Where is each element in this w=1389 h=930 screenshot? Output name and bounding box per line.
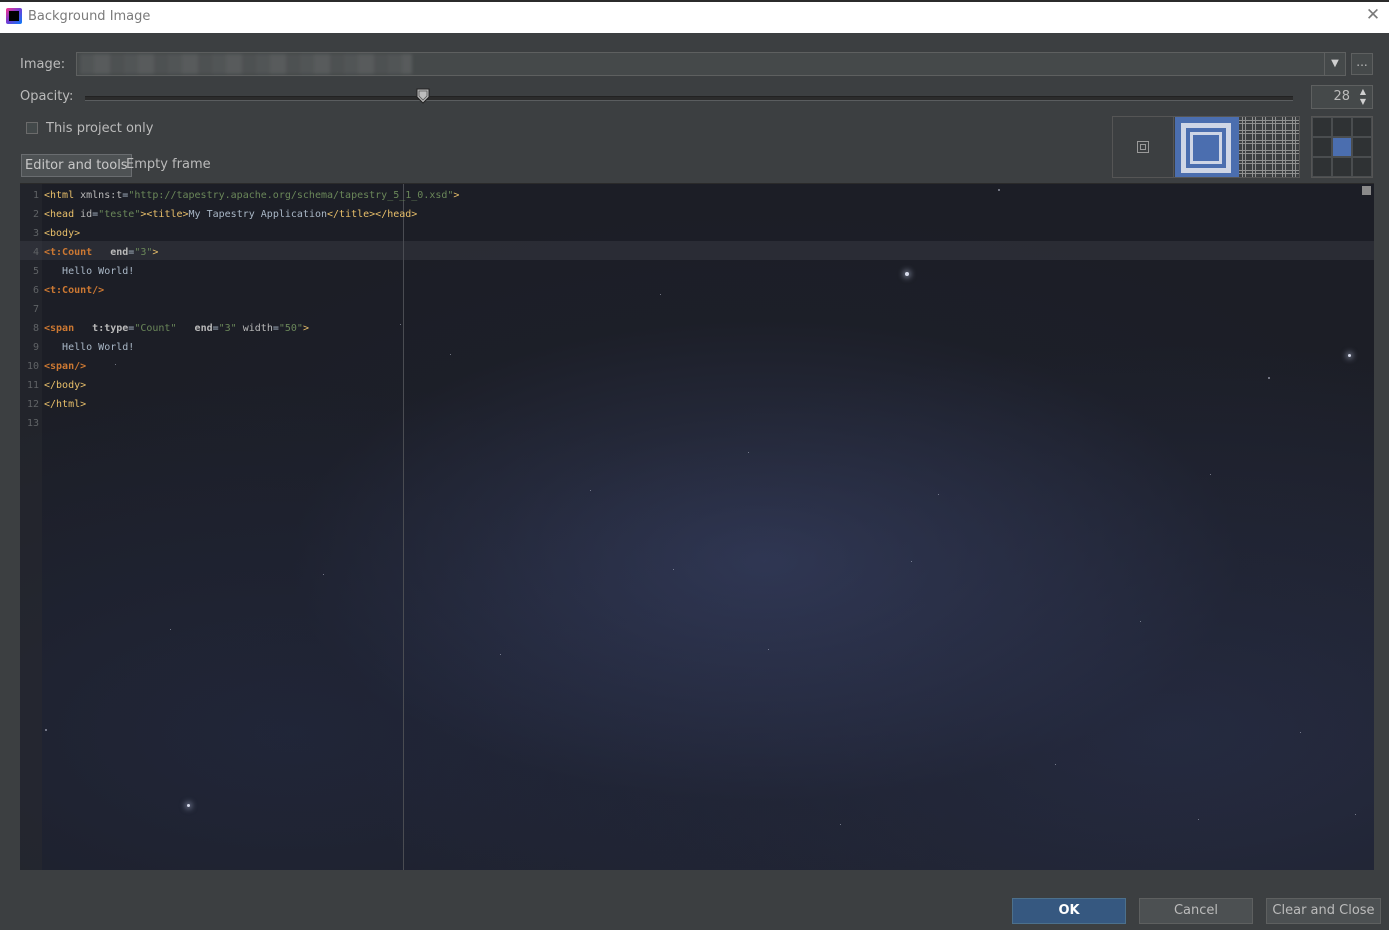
star [748,452,749,453]
star [170,629,171,630]
star [1210,474,1211,475]
line-number: 6 [32,285,39,296]
star [911,561,912,562]
anchor-center[interactable] [1332,137,1352,157]
fill-tile-icon[interactable] [1239,117,1299,177]
star [500,654,501,655]
star [768,649,769,650]
star [1055,764,1056,765]
code-text: <t:Count/> [44,285,105,296]
opacity-label: Opacity: [20,89,74,104]
code-text: Hello World! [44,342,135,353]
star [323,574,324,575]
star [115,364,116,365]
spinner-down-icon[interactable]: ▼ [1357,97,1369,107]
browse-button[interactable]: ... [1351,53,1373,75]
star [673,569,674,570]
anchor-middle-left[interactable] [1312,137,1332,157]
line-number: 10 [26,361,39,372]
line-number: 9 [32,342,39,353]
line-number: 1 [32,190,39,201]
star [1355,814,1356,815]
anchor-top-right[interactable] [1352,117,1372,137]
code-text: <span t:type="Count" end="3" width="50"> [44,323,309,334]
anchor-middle-right[interactable] [1352,137,1372,157]
code-text: </html> [44,399,87,410]
star [938,494,939,495]
code-text: <span/> [44,361,87,372]
star [905,272,909,276]
line-number: 12 [26,399,39,410]
star [590,490,591,491]
star [1198,819,1199,820]
line-number: 2 [32,209,39,220]
star [998,189,1000,191]
image-path-combobox[interactable]: ▼ [76,52,1346,76]
caret-row-highlight [20,241,1374,260]
fill-center-icon[interactable] [1113,117,1174,177]
fill-mode-selector [1112,116,1300,178]
window-title: Background Image [28,9,151,24]
code-text: <html xmlns:t="http://tapestry.apache.or… [44,190,460,201]
clear-and-close-button[interactable]: Clear and Close [1266,898,1381,924]
image-path-value-blurred [80,54,412,74]
code-text: <head id="teste"><title>My Tapestry Appl… [44,209,418,220]
line-number: 7 [32,304,39,315]
star [400,324,401,325]
tab-empty-frame[interactable]: Empty frame [123,154,214,177]
anchor-bottom-right[interactable] [1352,157,1372,177]
line-number: 8 [32,323,39,334]
anchor-top-center[interactable] [1332,117,1352,137]
star [187,804,190,807]
star [1300,732,1301,733]
this-project-only-label[interactable]: This project only [46,121,153,136]
star [450,354,451,355]
fill-scale-icon[interactable] [1175,117,1239,177]
intellij-logo-icon [6,8,22,24]
this-project-only-checkbox[interactable] [26,122,38,134]
line-number: 4 [32,247,39,258]
line-number: 3 [32,228,39,239]
tab-editor-and-tools[interactable]: Editor and tools [21,154,132,177]
anchor-bottom-center[interactable] [1332,157,1352,177]
chevron-down-icon[interactable]: ▼ [1324,53,1345,75]
star [1140,621,1141,622]
star [840,824,841,825]
ok-button[interactable]: OK [1012,898,1126,924]
anchor-bottom-left[interactable] [1312,157,1332,177]
code-text: <t:Count end="3"> [44,247,159,258]
star [660,294,661,295]
code-text: Hello World! [44,266,135,277]
line-number: 11 [26,380,39,391]
line-number: 13 [26,418,39,429]
code-text: </body> [44,380,87,391]
opacity-slider-thumb[interactable] [416,88,430,104]
spinner-up-icon[interactable]: ▲ [1357,87,1369,97]
star [1348,354,1351,357]
editor-preview: 1 <html xmlns:t="http://tapestry.apache.o… [20,183,1374,870]
opacity-slider-track[interactable] [85,96,1293,101]
opacity-spinner[interactable]: 28 ▲ ▼ [1311,85,1373,109]
scrollbar-marker [1362,186,1371,195]
image-label: Image: [20,57,66,72]
opacity-value[interactable]: 28 [1333,89,1350,104]
title-bar: Background Image ✕ [0,0,1389,33]
line-number: 5 [32,266,39,277]
code-text: <body> [44,228,81,239]
close-icon[interactable]: ✕ [1363,5,1383,27]
anchor-position-grid [1311,116,1373,178]
right-margin-guide [403,184,404,870]
cancel-button[interactable]: Cancel [1139,898,1253,924]
star [1268,377,1270,379]
anchor-top-left[interactable] [1312,117,1332,137]
star [45,729,47,731]
